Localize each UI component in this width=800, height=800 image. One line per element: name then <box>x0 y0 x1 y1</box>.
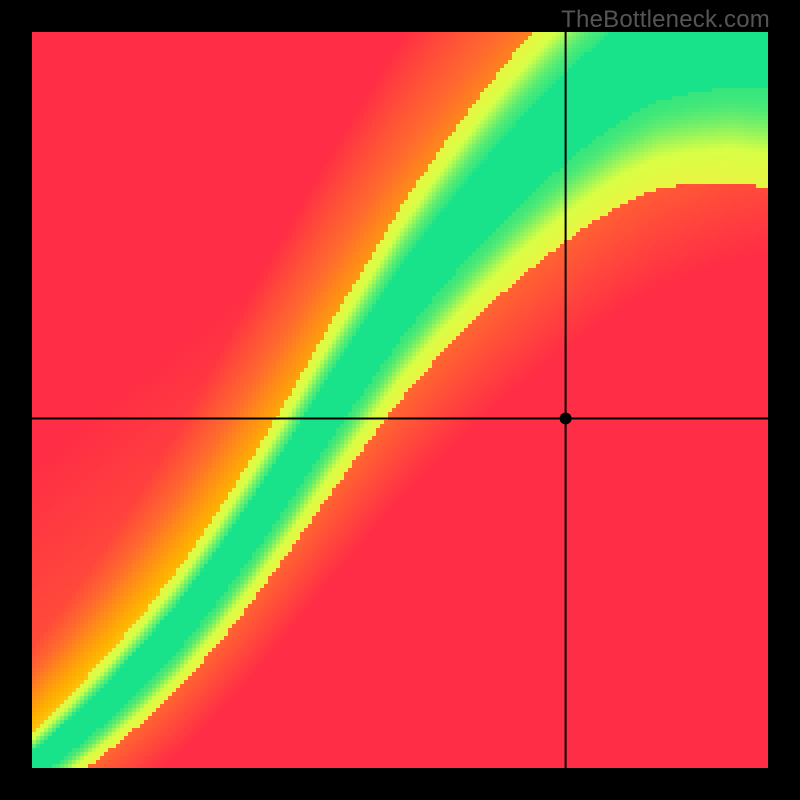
chart-container: TheBottleneck.com <box>0 0 800 800</box>
heatmap-plot <box>32 32 768 768</box>
heatmap-canvas <box>32 32 768 768</box>
attribution-text: TheBottleneck.com <box>561 6 770 34</box>
